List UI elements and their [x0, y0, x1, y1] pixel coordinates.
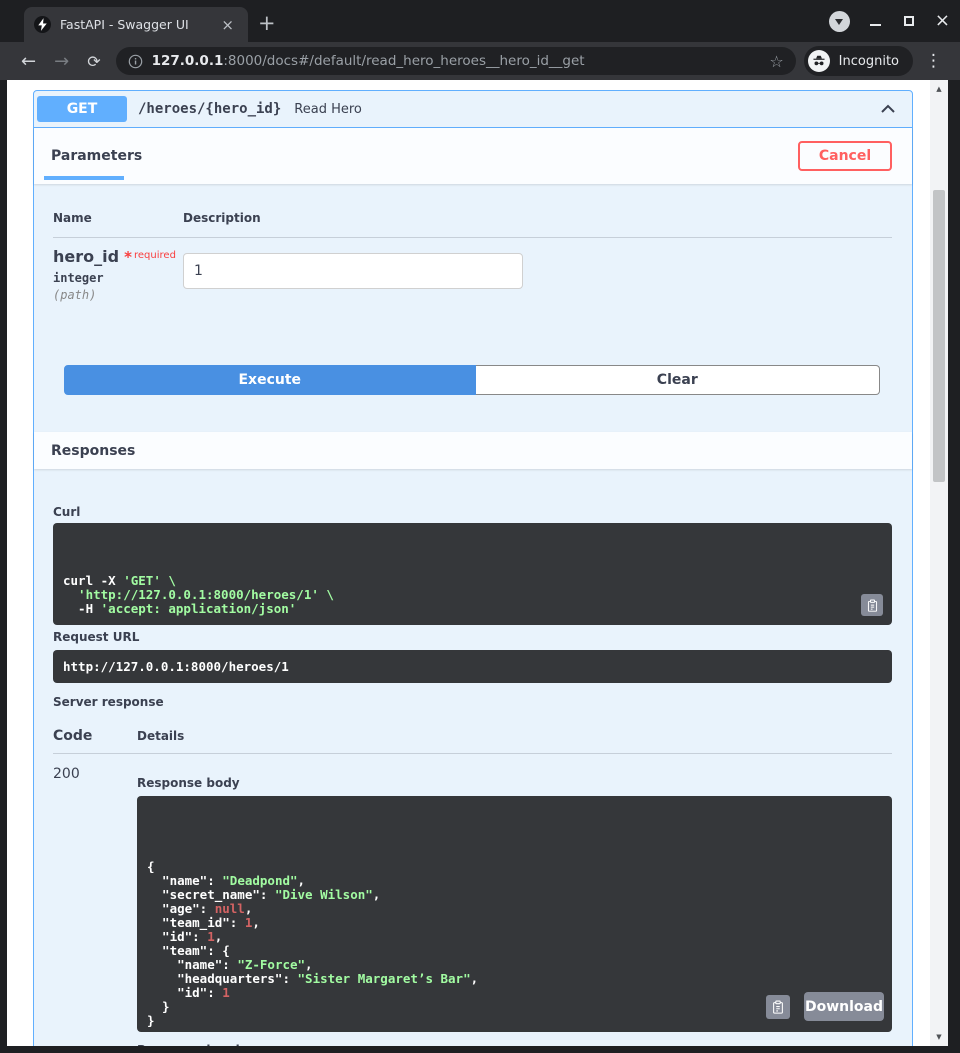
server-response-label: Server response	[53, 695, 892, 709]
responses-section: Curl curl -X 'GET' \ 'http://127.0.0.1:8…	[34, 469, 912, 1046]
collapse-chevron-up-icon[interactable]	[878, 99, 898, 119]
tab-parameters[interactable]: Parameters	[51, 148, 142, 164]
request-url-value: http://127.0.0.1:8000/heroes/1	[63, 659, 289, 674]
parameter-location: (path)	[53, 288, 183, 302]
forward-button[interactable]: →	[45, 51, 78, 72]
tab-close-icon[interactable]: ×	[217, 16, 238, 34]
opblock-summary[interactable]: GET /heroes/{hero_id} Read Hero	[34, 91, 912, 128]
url-text[interactable]: 127.0.0.1:8000/docs#/default/read_hero_h…	[152, 53, 762, 69]
response-body-block: Download { "name": "Deadpond", "secret_n…	[137, 796, 892, 1032]
curl-command-block: curl -X 'GET' \ 'http://127.0.0.1:8000/h…	[53, 523, 892, 625]
fastapi-favicon-icon	[34, 16, 51, 33]
response-headers-label: Response headers	[137, 1043, 892, 1046]
parameters-header: Parameters Cancel	[34, 128, 912, 184]
browser-toolbar: ← → ⟳ 127.0.0.1:8000/docs#/default/read_…	[0, 42, 960, 80]
tab-bar: FastAPI - Swagger UI × + ×	[0, 0, 960, 42]
window-close-button[interactable]: ×	[935, 14, 950, 28]
page-info-icon[interactable]	[128, 54, 143, 69]
column-description-header: Description	[183, 211, 261, 225]
endpoint-summary: Read Hero	[294, 102, 362, 117]
page-viewport: GET /heroes/{hero_id} Read Hero Paramete…	[7, 80, 948, 1046]
parameter-row: hero_id *required integer (path)	[53, 238, 892, 302]
required-asterisk: *	[124, 248, 132, 266]
code-column-header: Code	[53, 728, 137, 744]
incognito-icon	[808, 50, 830, 72]
browser-tab[interactable]: FastAPI - Swagger UI ×	[24, 7, 248, 42]
browser-menu-button[interactable]: ⋮	[919, 51, 948, 71]
opblock-get-endpoint: GET /heroes/{hero_id} Read Hero Paramete…	[33, 90, 913, 1046]
tab-search-button[interactable]	[829, 11, 850, 32]
tab-title: FastAPI - Swagger UI	[60, 17, 217, 32]
cancel-button[interactable]: Cancel	[798, 141, 892, 171]
chevron-down-icon	[835, 19, 843, 25]
responses-title: Responses	[51, 443, 135, 459]
maximize-icon	[904, 16, 914, 26]
window-controls: ×	[829, 9, 950, 33]
execute-button[interactable]: Execute	[64, 365, 476, 395]
responses-header: Responses	[34, 432, 912, 469]
request-url-label: Request URL	[53, 630, 892, 644]
maximize-button[interactable]	[902, 14, 916, 28]
incognito-badge: Incognito	[804, 46, 913, 76]
url-bar[interactable]: 127.0.0.1:8000/docs#/default/read_hero_h…	[116, 47, 796, 75]
scrollbar-thumb[interactable]	[933, 190, 945, 482]
minimize-button[interactable]	[869, 14, 883, 28]
copy-to-clipboard-button[interactable]	[766, 995, 790, 1019]
parameter-value-cell	[183, 247, 523, 302]
new-tab-button[interactable]: +	[258, 11, 276, 35]
url-host: 127.0.0.1	[152, 53, 224, 69]
status-code: 200	[53, 766, 137, 1046]
parameter-name: hero_id	[53, 247, 119, 266]
curl-label: Curl	[53, 505, 892, 519]
parameter-name-cell: hero_id *required integer (path)	[53, 247, 183, 302]
incognito-label: Incognito	[839, 54, 899, 69]
url-path: :8000/docs#/default/read_hero_heroes__he…	[223, 53, 584, 69]
reload-button[interactable]: ⟳	[78, 52, 109, 71]
bookmark-star-icon[interactable]: ☆	[769, 52, 783, 71]
response-body-label: Response body	[137, 776, 892, 790]
parameter-type: integer	[53, 271, 183, 285]
back-button[interactable]: ←	[12, 51, 45, 72]
scroll-up-arrow-icon[interactable]: ▲	[930, 85, 948, 93]
scroll-down-arrow-icon[interactable]: ▼	[930, 1033, 948, 1041]
execute-row: Execute Clear	[64, 365, 880, 395]
response-row: 200 Response body	[53, 766, 892, 1046]
response-table-head: Code Details	[53, 728, 892, 754]
parameters-table: Name Description hero_id *required integ…	[34, 211, 912, 302]
http-method-badge: GET	[37, 96, 127, 122]
minimize-icon	[870, 24, 881, 26]
swagger-content: GET /heroes/{hero_id} Read Hero Paramete…	[7, 80, 930, 1046]
copy-to-clipboard-button[interactable]	[861, 594, 883, 616]
endpoint-path: /heroes/{hero_id}	[138, 101, 281, 117]
page-scrollbar[interactable]: ▲ ▼	[930, 80, 948, 1046]
request-url-block: http://127.0.0.1:8000/heroes/1	[53, 650, 892, 683]
details-column-header: Details	[137, 729, 184, 743]
required-label: required	[134, 250, 176, 261]
clear-button[interactable]: Clear	[476, 365, 880, 395]
parameters-table-head: Name Description	[53, 211, 892, 238]
response-details-cell: Response body Download	[137, 766, 892, 1046]
active-tab-underline	[44, 176, 124, 180]
download-button[interactable]: Download	[804, 992, 884, 1021]
column-name-header: Name	[53, 211, 183, 225]
hero-id-input[interactable]	[183, 253, 523, 289]
